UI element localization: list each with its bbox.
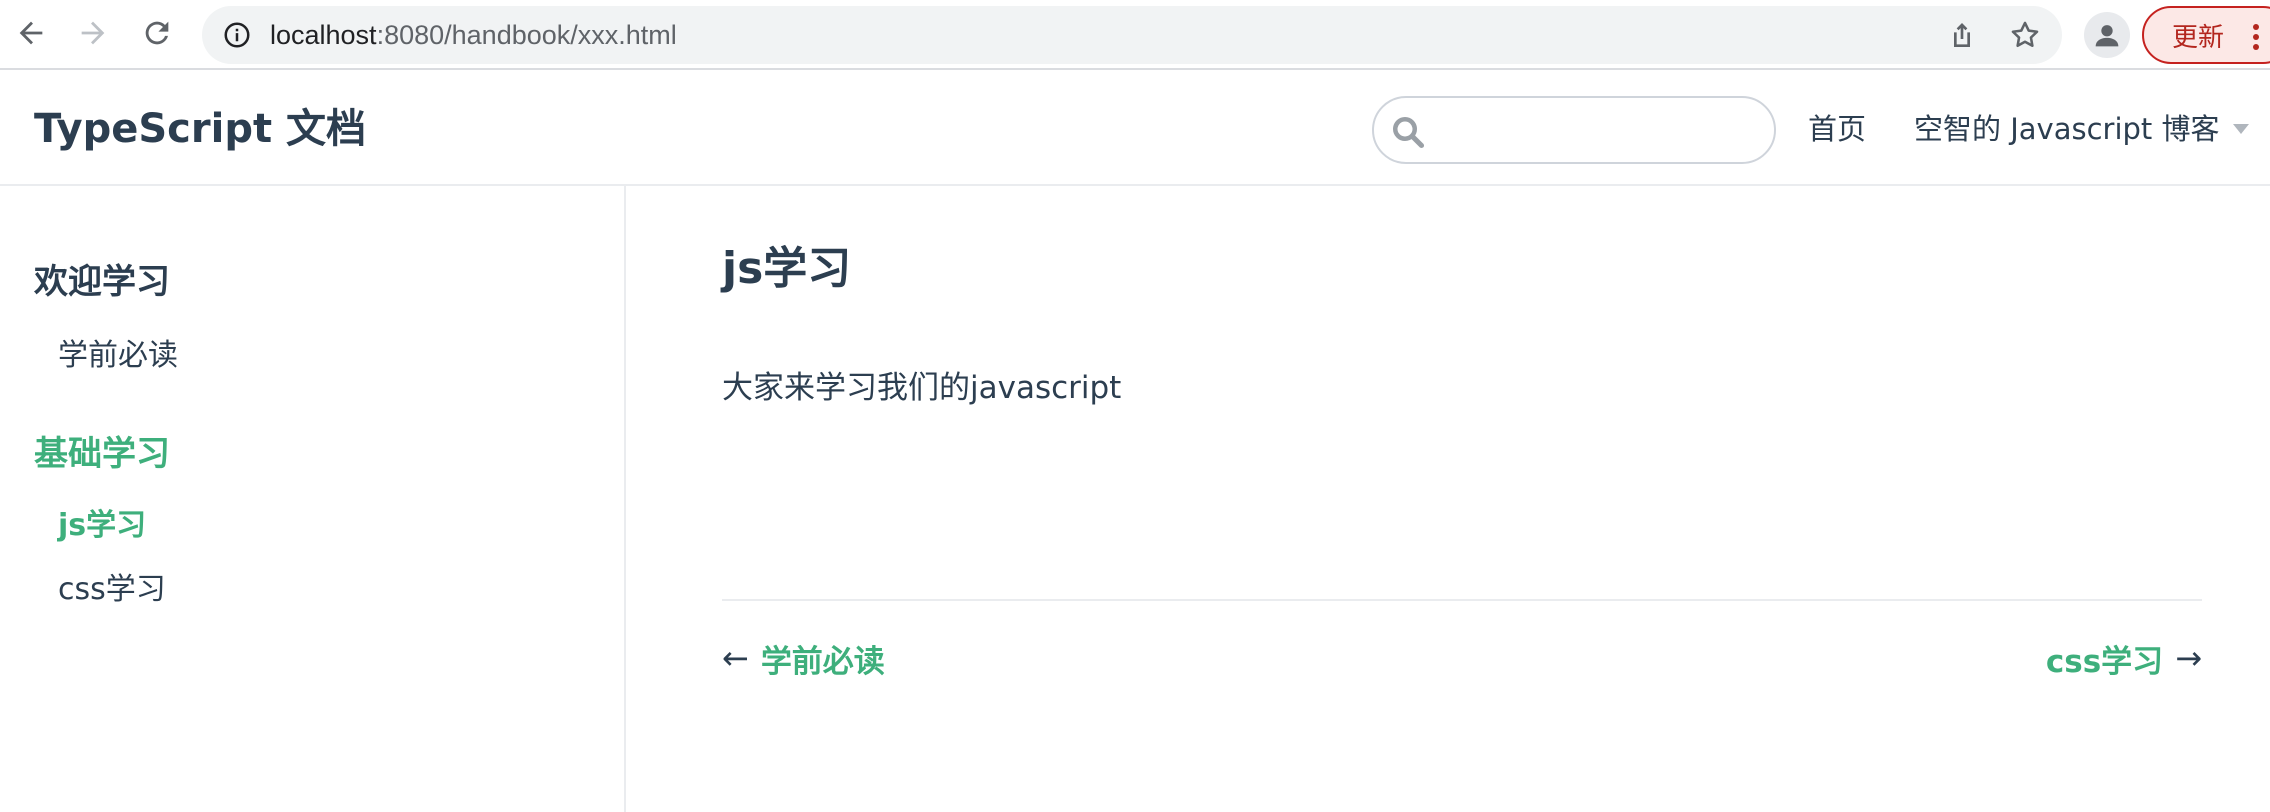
nav-link-blog[interactable]: 空智的 Javascript 博客 [1914,72,2220,186]
next-page-link[interactable]: css学习 → [2045,638,2202,680]
profile-button[interactable] [2084,12,2130,58]
url-path: :8080/handbook/xxx.html [376,20,677,50]
forward-arrow-icon [81,21,105,45]
search-input[interactable] [1434,106,1764,154]
url-host: localhost [270,20,377,50]
main-content: js学习 大家来学习我们的javascript ← 学前必读 css学习 → [628,186,2270,812]
prev-page-link[interactable]: ← 学前必读 [722,638,885,680]
arrow-right-icon: → [2175,639,2202,677]
forward-button[interactable] [72,12,114,54]
page-nav-divider [722,599,2202,601]
sidebar-item-prerequisite[interactable]: 学前必读 [58,330,178,374]
update-label: 更新 [2172,22,2225,53]
sidebar-item-css[interactable]: css学习 [58,564,166,608]
prev-page-label: 学前必读 [760,643,885,680]
browser-toolbar: localhost:8080/handbook/xxx.html 更新 [0,0,2270,70]
search-box[interactable] [1372,96,1776,164]
info-icon[interactable] [222,20,252,50]
sidebar-group-basics[interactable]: 基础学习 [34,426,170,475]
nav-link-home[interactable]: 首页 [1808,72,1866,186]
sidebar-group-welcome[interactable]: 欢迎学习 [34,254,170,303]
update-button[interactable]: 更新 [2142,6,2270,64]
page-title: js学习 [722,243,852,294]
address-bar[interactable]: localhost:8080/handbook/xxx.html [202,6,2062,64]
sidebar: 欢迎学习 学前必读 基础学习 js学习 css学习 [0,186,626,812]
star-icon[interactable] [2008,18,2042,52]
arrow-left-icon: ← [722,639,749,677]
next-page-label: css学习 [2045,643,2164,680]
sidebar-item-js[interactable]: js学习 [58,500,146,544]
site-navbar: TypeScript 文档 首页 空智的 Javascript 博客 [0,72,2270,186]
profile-icon [2095,25,2119,47]
chevron-down-icon[interactable] [2232,122,2250,136]
search-icon [1393,117,1425,149]
back-arrow-icon [19,21,43,45]
more-vert-icon [2253,24,2259,50]
share-icon[interactable] [1946,19,1978,51]
reload-button[interactable] [136,12,178,54]
url-text[interactable]: localhost:8080/handbook/xxx.html [270,6,677,64]
site-title[interactable]: TypeScript 文档 [34,72,366,186]
back-button[interactable] [10,12,52,54]
page-paragraph: 大家来学习我们的javascript [722,370,1122,406]
reload-icon [145,21,169,45]
